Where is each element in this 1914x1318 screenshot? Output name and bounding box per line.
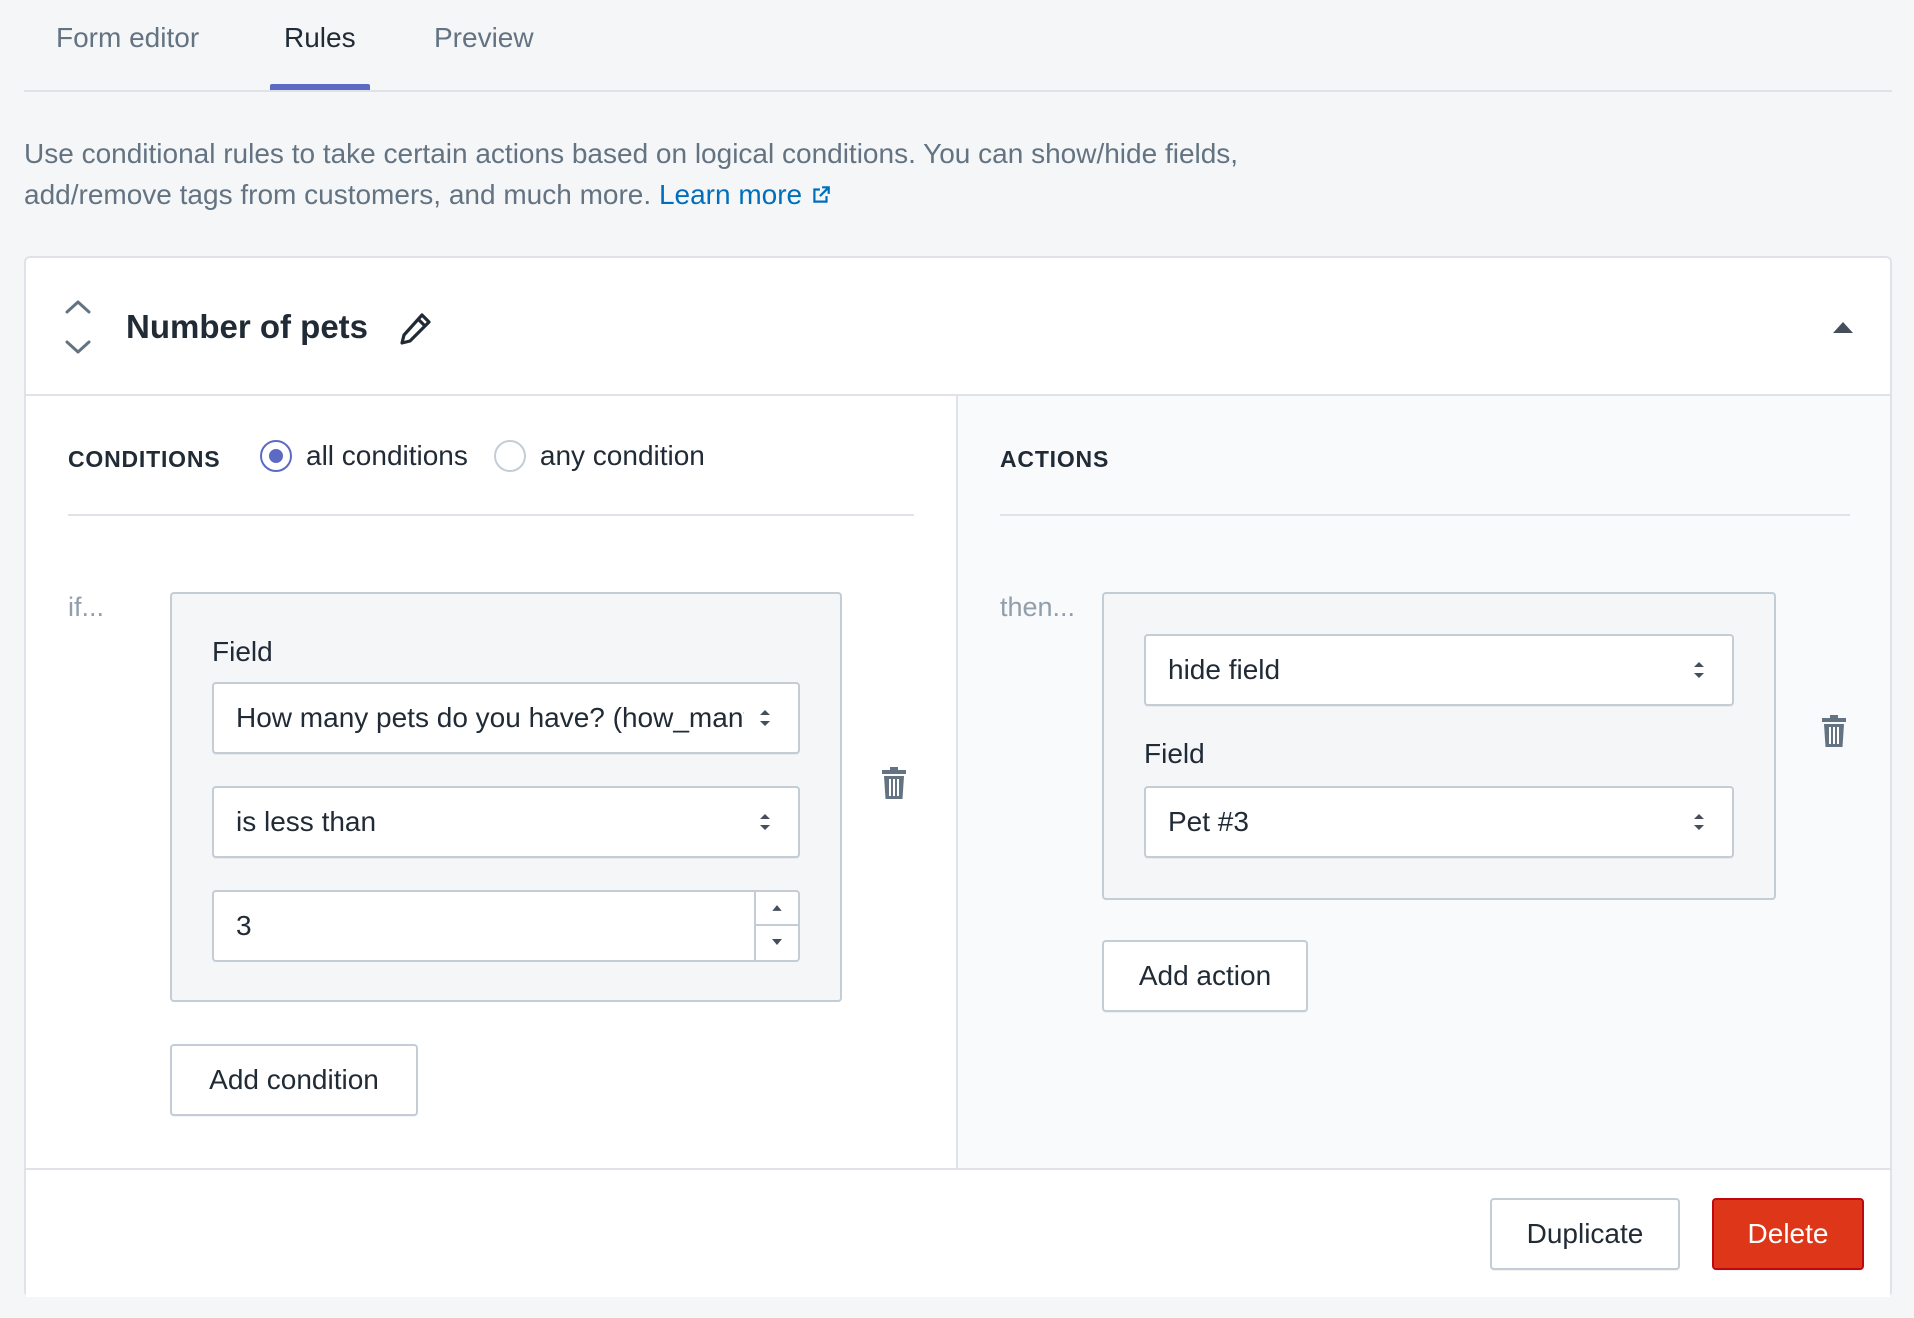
trash-icon[interactable] xyxy=(1820,714,1848,748)
increment-icon[interactable] xyxy=(756,892,798,926)
action-type-value: hide field xyxy=(1168,654,1281,685)
tab-preview[interactable]: Preview xyxy=(434,22,534,54)
rule-footer: Duplicate Delete xyxy=(26,1168,1890,1297)
rules-description: Use conditional rules to take certain ac… xyxy=(24,133,1244,215)
action-field-label: Field xyxy=(1144,738,1205,769)
condition-value-input[interactable]: 3 xyxy=(212,890,800,962)
rule-title: Number of pets xyxy=(126,308,369,345)
actions-panel: ACTIONS then... hide field Field Pet #3 … xyxy=(956,396,1890,1168)
duplicate-button[interactable]: Duplicate xyxy=(1490,1198,1680,1270)
number-spinner xyxy=(754,892,798,960)
chevron-up-icon[interactable] xyxy=(60,294,96,320)
radio-dot xyxy=(269,449,283,463)
condition-field-value: How many pets do you have? (how_many_pet… xyxy=(236,702,744,733)
conditions-panel: CONDITIONS all conditions any condition … xyxy=(26,396,956,1168)
tab-bar: Form editor Rules Preview xyxy=(24,0,1892,92)
rule-card: Number of pets CONDITIONS all conditions… xyxy=(24,256,1892,1297)
condition-box: Field How many pets do you have? (how_ma… xyxy=(170,592,842,1002)
description-text: Use conditional rules to take certain ac… xyxy=(24,138,1239,210)
action-type-select[interactable]: hide field xyxy=(1144,634,1734,706)
select-arrows-icon xyxy=(760,710,770,726)
action-field-select[interactable]: Pet #3 xyxy=(1144,786,1734,858)
select-arrows-icon xyxy=(1694,662,1704,678)
active-tab-indicator xyxy=(270,84,370,90)
select-arrows-icon xyxy=(760,814,770,830)
then-label: then... xyxy=(1000,592,1076,622)
condition-mode-group: all conditions any condition xyxy=(260,440,731,472)
add-action-button[interactable]: Add action xyxy=(1102,940,1308,1012)
delete-button[interactable]: Delete xyxy=(1712,1198,1864,1270)
select-arrows-icon xyxy=(1694,814,1704,830)
conditions-heading: CONDITIONS xyxy=(68,446,221,472)
condition-field-label: Field xyxy=(212,636,273,667)
if-label: if... xyxy=(68,592,105,622)
external-link-icon xyxy=(813,186,830,203)
action-field-value: Pet #3 xyxy=(1168,806,1249,837)
decrement-icon[interactable] xyxy=(756,926,798,960)
radio-button-unchecked[interactable] xyxy=(493,440,526,472)
trash-icon[interactable] xyxy=(880,766,908,800)
reorder-controls xyxy=(60,294,96,364)
add-condition-button[interactable]: Add condition xyxy=(170,1044,418,1116)
actions-divider xyxy=(1000,514,1850,516)
condition-value-text: 3 xyxy=(236,910,252,941)
caret-up-icon[interactable] xyxy=(1832,320,1854,334)
chevron-down-icon[interactable] xyxy=(60,334,96,360)
radio-all-conditions[interactable]: all conditions xyxy=(260,440,468,472)
action-box: hide field Field Pet #3 xyxy=(1102,592,1776,900)
condition-field-select[interactable]: How many pets do you have? (how_many_pet… xyxy=(212,682,800,754)
condition-operator-select[interactable]: is less than xyxy=(212,786,800,858)
tab-rules[interactable]: Rules xyxy=(284,22,356,54)
pencil-icon[interactable] xyxy=(396,310,434,348)
tab-form-editor[interactable]: Form editor xyxy=(56,22,199,54)
condition-operator-value: is less than xyxy=(236,806,377,837)
radio-all-label: all conditions xyxy=(306,440,468,471)
radio-any-label: any condition xyxy=(539,440,705,471)
conditions-divider xyxy=(68,514,914,516)
learn-more-link[interactable]: Learn more xyxy=(659,179,832,210)
radio-button-checked[interactable] xyxy=(260,440,292,472)
radio-any-condition[interactable]: any condition xyxy=(493,440,705,472)
learn-more-label: Learn more xyxy=(658,179,803,210)
rule-header: Number of pets xyxy=(26,258,1890,396)
actions-heading: ACTIONS xyxy=(1000,446,1110,472)
